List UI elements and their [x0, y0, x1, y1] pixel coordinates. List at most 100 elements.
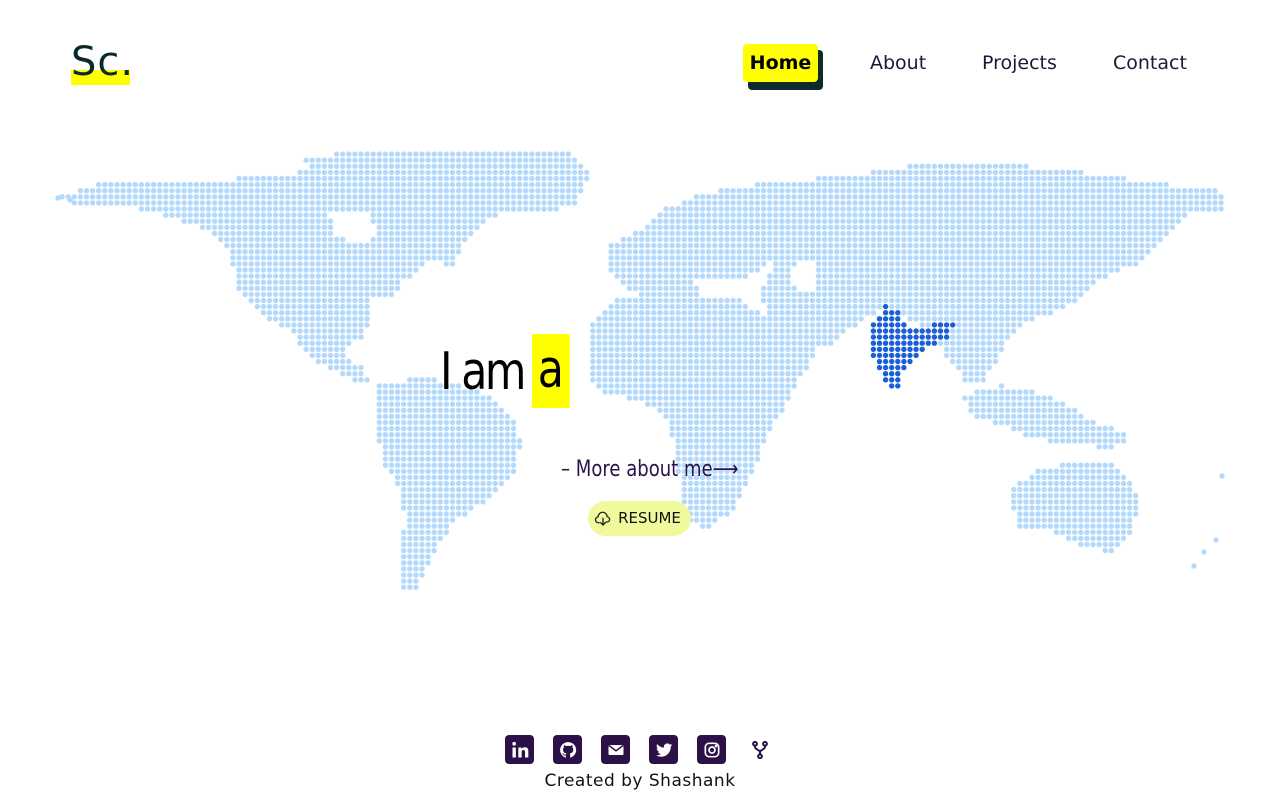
map-dot — [96, 181, 102, 188]
map-dot — [266, 316, 273, 322]
map-dot — [730, 188, 736, 194]
map-dot — [431, 547, 437, 554]
map-dot-highlight — [876, 358, 883, 365]
map-dot — [724, 401, 730, 407]
map-dot — [809, 224, 816, 230]
map-dot — [492, 432, 498, 438]
map-dot — [974, 261, 980, 267]
map-dot — [913, 212, 919, 218]
map-dot — [425, 377, 431, 383]
map-dot — [510, 462, 517, 468]
map-dot — [340, 358, 346, 365]
map-dot — [1065, 181, 1072, 188]
map-dot — [407, 169, 413, 176]
map-dot — [321, 175, 328, 182]
map-dot — [913, 163, 919, 169]
map-dot — [516, 444, 523, 450]
map-dot — [462, 499, 468, 505]
map-dot — [1041, 261, 1047, 267]
map-dot — [150, 206, 157, 212]
map-dot — [382, 169, 389, 176]
map-dot — [974, 242, 980, 249]
map-dot — [657, 218, 663, 224]
map-dot — [937, 255, 944, 261]
map-dot — [687, 346, 694, 352]
map-dot — [535, 175, 541, 182]
map-dot — [675, 358, 681, 365]
map-dot — [449, 511, 456, 517]
map-dot — [419, 535, 425, 542]
map-dot — [83, 194, 90, 200]
map-dot — [431, 206, 437, 212]
map-dot — [83, 200, 90, 206]
map-dot — [760, 194, 767, 200]
map-dot — [279, 261, 285, 267]
map-dot — [321, 340, 328, 346]
map-dot-highlight — [895, 364, 901, 371]
map-dot — [645, 273, 651, 279]
map-dot — [260, 230, 267, 237]
map-dot — [425, 419, 431, 426]
map-dot — [443, 444, 450, 450]
map-dot — [425, 218, 431, 224]
map-dot — [718, 328, 724, 334]
map-dot — [1072, 407, 1078, 413]
map-dot — [956, 200, 962, 206]
map-dot — [187, 218, 193, 224]
map-dot — [620, 389, 626, 395]
map-dot — [370, 194, 376, 200]
map-dot — [736, 242, 742, 249]
map-dot — [1059, 291, 1066, 298]
map-dot — [516, 169, 523, 176]
map-dot — [1004, 279, 1011, 285]
map-dot — [364, 169, 370, 176]
map-dot — [998, 279, 1005, 285]
map-dot — [608, 371, 614, 377]
map-dot — [187, 200, 193, 206]
map-dot — [279, 236, 285, 243]
map-dot — [760, 401, 767, 407]
map-dot — [315, 340, 321, 346]
map-dot — [1120, 432, 1127, 438]
map-dot — [1023, 480, 1029, 487]
map-dot — [663, 236, 669, 243]
map-dot — [730, 419, 736, 426]
map-dot — [358, 328, 364, 334]
map-dot — [1108, 224, 1115, 230]
map-dot-highlight — [919, 328, 925, 334]
map-dot — [754, 310, 761, 316]
map-dot — [858, 242, 864, 249]
map-dot — [980, 181, 986, 188]
map-dot — [498, 450, 504, 456]
map-dot — [852, 267, 858, 273]
map-dot — [1206, 200, 1212, 206]
map-dot — [718, 218, 724, 224]
map-dot — [645, 401, 651, 407]
map-dot — [699, 444, 706, 450]
map-dot — [889, 212, 895, 218]
map-dot — [1065, 468, 1072, 474]
map-dot — [419, 212, 425, 218]
map-dot — [230, 181, 236, 188]
map-dot — [1059, 529, 1066, 535]
map-dot — [449, 486, 456, 493]
map-dot — [510, 188, 517, 194]
map-dot — [1041, 291, 1047, 298]
map-dot — [931, 218, 938, 224]
map-dot — [693, 310, 700, 316]
map-dot — [1181, 200, 1188, 206]
map-dot — [651, 340, 657, 346]
map-dot — [150, 188, 157, 194]
map-dot — [480, 175, 486, 182]
map-dot — [315, 157, 321, 163]
map-dot — [620, 255, 626, 261]
map-dot — [785, 188, 791, 194]
map-dot — [608, 310, 614, 316]
map-dot — [779, 267, 785, 273]
map-dot-highlight — [931, 334, 938, 340]
map-dot — [846, 316, 852, 322]
map-dot — [724, 377, 730, 383]
map-dot — [1120, 493, 1127, 499]
map-dot — [943, 261, 950, 267]
map-dot — [742, 383, 748, 389]
